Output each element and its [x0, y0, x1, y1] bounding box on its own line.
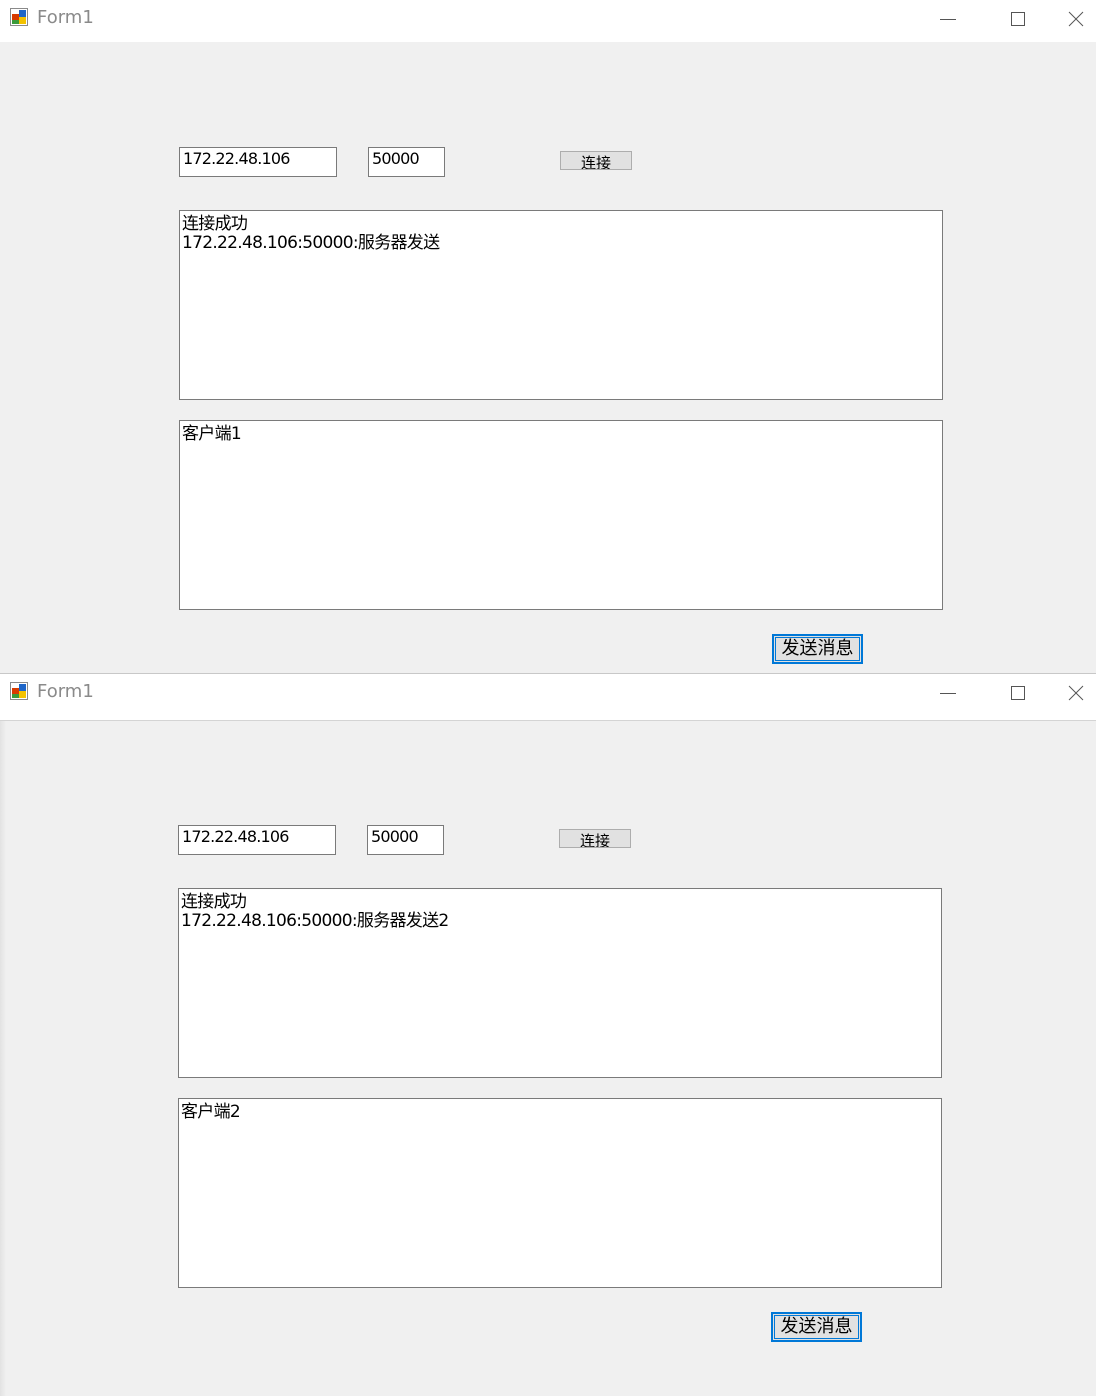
port-input[interactable]: 50000	[367, 825, 444, 855]
ip-address-input[interactable]: 172.22.48.106	[179, 147, 337, 177]
message-input[interactable]: 客户端2	[178, 1098, 942, 1288]
connect-button[interactable]: 连接	[560, 151, 632, 170]
log-line: 172.22.48.106:50000:服务器发送2	[181, 911, 449, 931]
connect-button[interactable]: 连接	[559, 829, 631, 848]
close-button[interactable]	[1055, 674, 1096, 712]
close-icon	[1068, 11, 1083, 27]
app-icon	[10, 682, 28, 700]
close-icon	[1068, 685, 1083, 701]
title-bar[interactable]: Form1	[0, 0, 1096, 42]
client-window-1: Form1 172.22.48.106 50000 连接 连接成功 172.22…	[0, 0, 1096, 673]
window-title: Form1	[37, 681, 94, 702]
app-icon	[10, 8, 28, 26]
log-line: 172.22.48.106:50000:服务器发送	[182, 233, 440, 253]
window-shadow	[0, 721, 6, 1396]
minimize-button[interactable]	[915, 674, 981, 712]
ip-address-input[interactable]: 172.22.48.106	[178, 825, 336, 855]
send-message-button[interactable]: 发送消息	[772, 634, 863, 664]
log-line: 连接成功	[182, 214, 248, 234]
minimize-button[interactable]	[915, 0, 981, 38]
window-title: Form1	[37, 7, 94, 28]
log-line: 连接成功	[181, 892, 247, 912]
port-input[interactable]: 50000	[368, 147, 445, 177]
maximize-button[interactable]	[985, 674, 1051, 712]
minimize-icon	[940, 693, 956, 694]
client-window-2: Form1 172.22.48.106 50000 连接 连接成功 172.22…	[0, 673, 1096, 1396]
minimize-icon	[940, 19, 956, 20]
send-message-button[interactable]: 发送消息	[771, 1312, 862, 1342]
maximize-icon	[1011, 12, 1025, 26]
title-bar[interactable]: Form1	[0, 674, 1096, 721]
maximize-button[interactable]	[985, 0, 1051, 38]
close-button[interactable]	[1055, 0, 1096, 38]
received-log-textbox[interactable]: 连接成功 172.22.48.106:50000:服务器发送	[179, 210, 943, 400]
maximize-icon	[1011, 686, 1025, 700]
message-input[interactable]: 客户端1	[179, 420, 943, 610]
received-log-textbox[interactable]: 连接成功 172.22.48.106:50000:服务器发送2	[178, 888, 942, 1078]
